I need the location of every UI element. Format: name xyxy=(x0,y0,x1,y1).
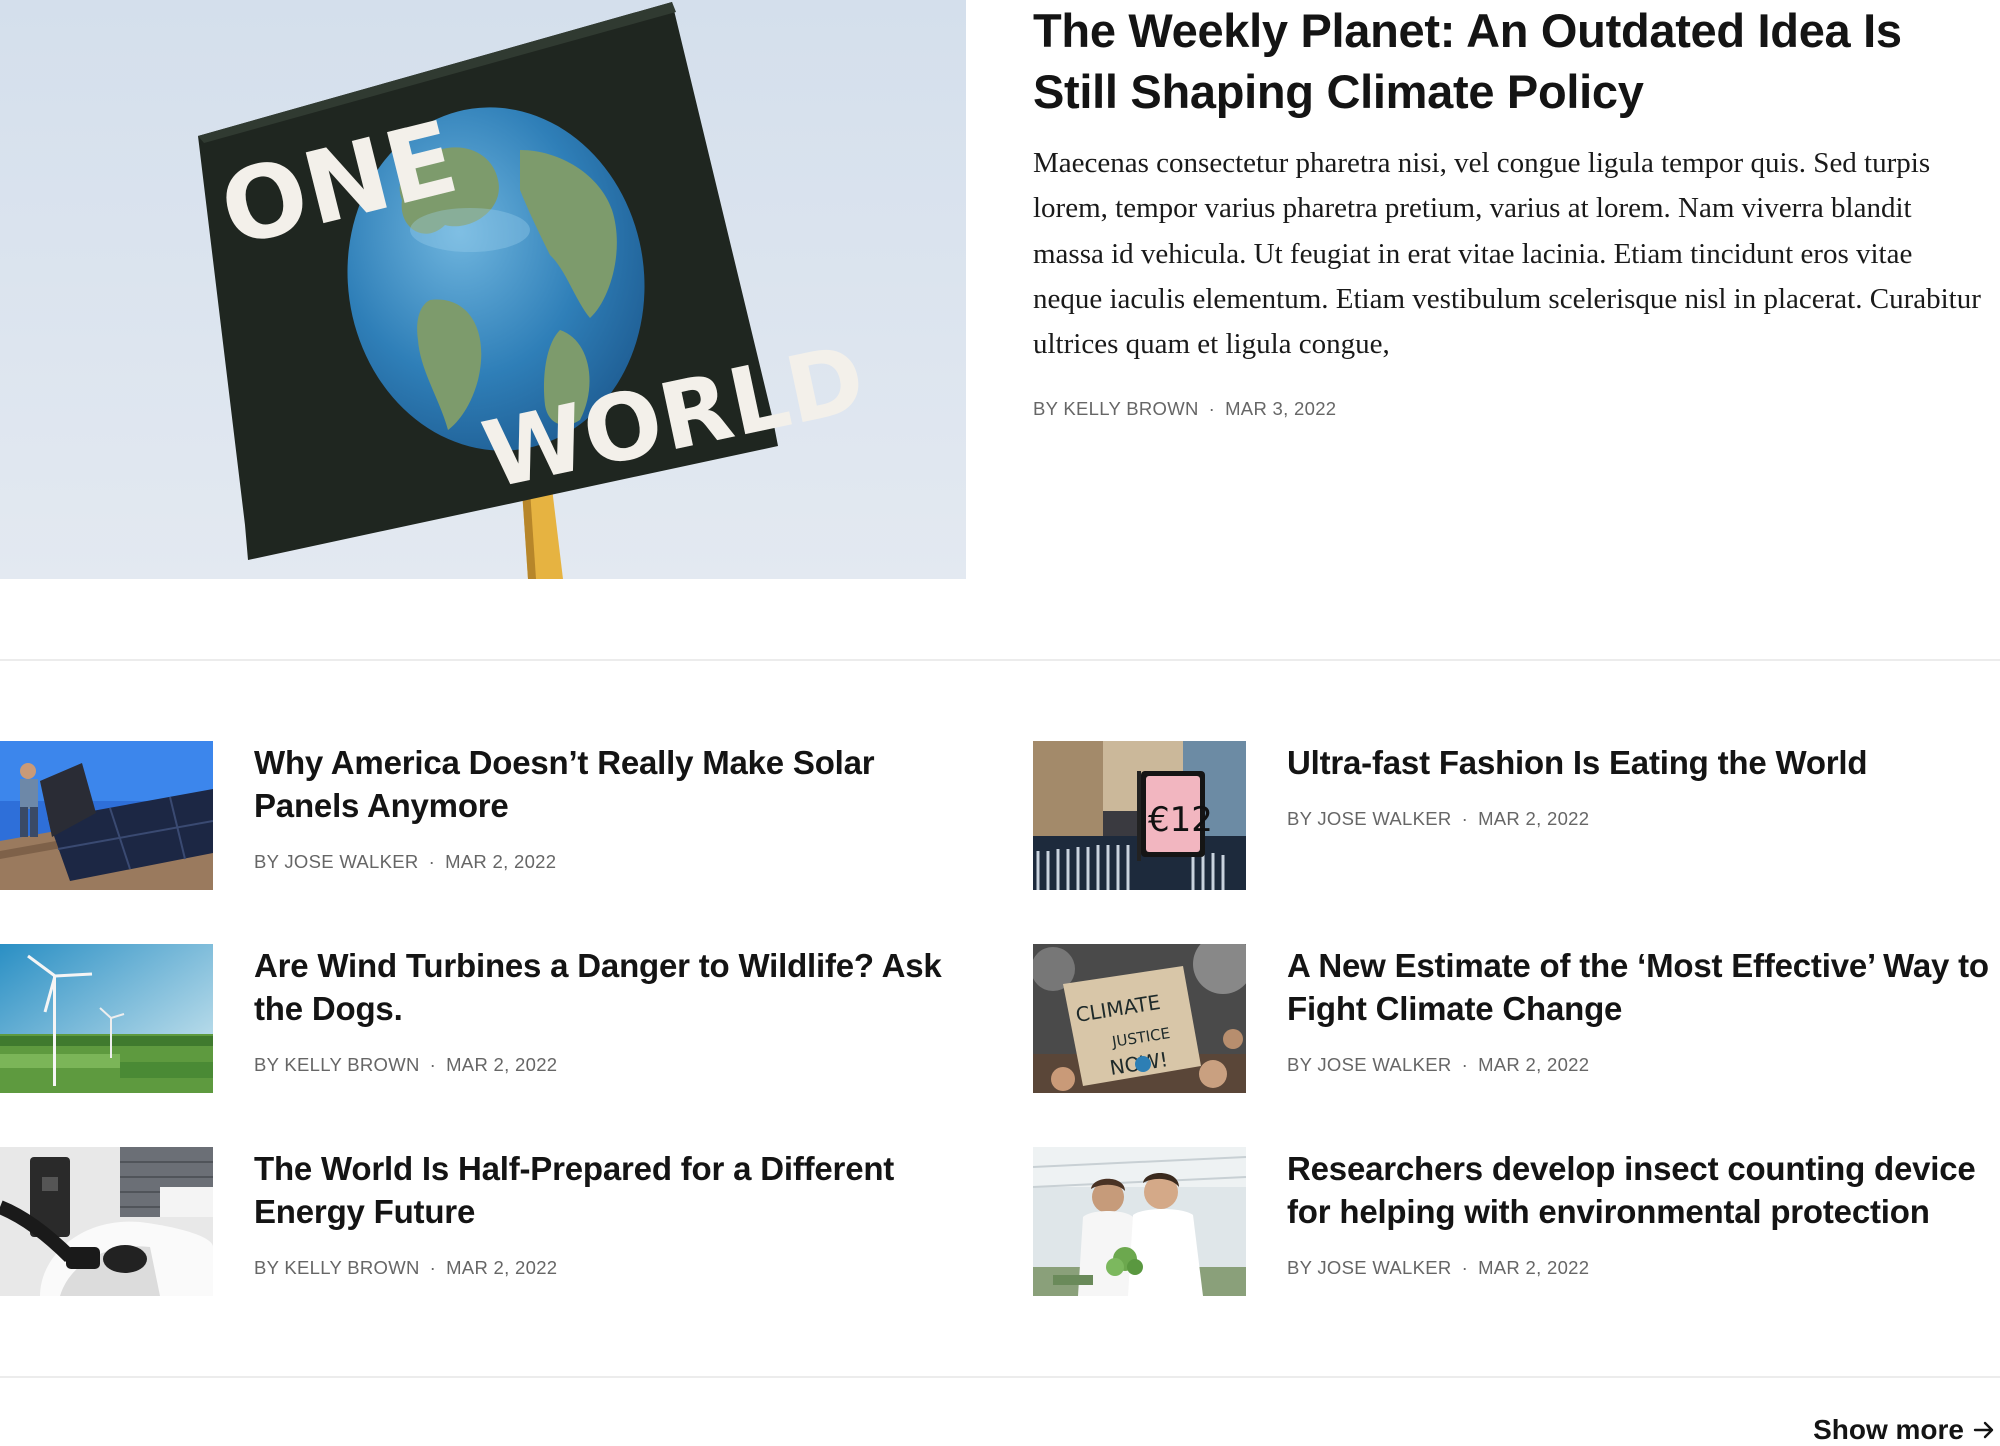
article-meta: BY JOSE WALKER · MAR 2, 2022 xyxy=(1287,808,1589,830)
show-more-label: Show more xyxy=(1813,1414,1964,1445)
article-title[interactable]: Researchers develop insect counting devi… xyxy=(1287,1147,1999,1233)
date: MAR 2, 2022 xyxy=(1478,1054,1590,1075)
author[interactable]: BY KELLY BROWN xyxy=(254,1054,420,1075)
featured-title[interactable]: The Weekly Planet: An Outdated Idea Is S… xyxy=(1033,0,1973,122)
article-thumbnail-solar[interactable] xyxy=(0,741,213,890)
date: MAR 2, 2022 xyxy=(1478,808,1590,829)
divider xyxy=(0,1376,2000,1378)
date: MAR 2, 2022 xyxy=(1478,1257,1590,1278)
arrow-right-icon xyxy=(1972,1418,1996,1442)
featured-image[interactable]: ONE WORLD xyxy=(0,0,966,579)
article-title[interactable]: Ultra-fast Fashion Is Eating the World xyxy=(1287,741,1997,784)
article-title[interactable]: Are Wind Turbines a Danger to Wildlife? … xyxy=(254,944,984,1030)
article-meta: BY JOSE WALKER · MAR 2, 2022 xyxy=(1287,1257,1589,1279)
author[interactable]: BY KELLY BROWN xyxy=(1033,398,1199,419)
price-tag-text: €12 xyxy=(1148,800,1213,840)
article-thumbnail-ev-charging[interactable] xyxy=(0,1147,213,1296)
article-meta: BY KELLY BROWN · MAR 2, 2022 xyxy=(254,1257,557,1279)
article-title[interactable]: Why America Doesn’t Really Make Solar Pa… xyxy=(254,741,974,827)
article-thumbnail-wind[interactable] xyxy=(0,944,213,1093)
author[interactable]: BY JOSE WALKER xyxy=(1287,1054,1452,1075)
article-thumbnail-climate-protest[interactable]: CLIMATE JUSTICE NOW! xyxy=(1033,944,1246,1093)
author[interactable]: BY KELLY BROWN xyxy=(254,1257,420,1278)
divider xyxy=(0,659,2000,661)
article-thumbnail-fashion[interactable]: €12 xyxy=(1033,741,1246,890)
separator-dot: · xyxy=(1461,1054,1469,1075)
date: MAR 2, 2022 xyxy=(446,1257,558,1278)
author[interactable]: BY JOSE WALKER xyxy=(1287,808,1452,829)
separator-dot: · xyxy=(428,851,436,872)
separator-dot: · xyxy=(429,1054,437,1075)
date: MAR 2, 2022 xyxy=(446,1054,558,1075)
date: MAR 3, 2022 xyxy=(1225,398,1337,419)
article-meta: BY JOSE WALKER · MAR 2, 2022 xyxy=(254,851,556,873)
show-more-button[interactable]: Show more xyxy=(1813,1414,1996,1446)
separator-dot: · xyxy=(1461,1257,1469,1278)
separator-dot: · xyxy=(1461,808,1469,829)
separator-dot: · xyxy=(1208,398,1216,419)
date: MAR 2, 2022 xyxy=(445,851,557,872)
article-meta: BY KELLY BROWN · MAR 2, 2022 xyxy=(254,1054,557,1076)
article-title[interactable]: A New Estimate of the ‘Most Effective’ W… xyxy=(1287,944,1997,1030)
featured-excerpt: Maecenas consectetur pharetra nisi, vel … xyxy=(1033,147,1981,361)
article-thumbnail-researchers[interactable] xyxy=(1033,1147,1246,1296)
separator-dot: · xyxy=(429,1257,437,1278)
author[interactable]: BY JOSE WALKER xyxy=(1287,1257,1452,1278)
article-meta: BY JOSE WALKER · MAR 2, 2022 xyxy=(1287,1054,1589,1076)
author[interactable]: BY JOSE WALKER xyxy=(254,851,419,872)
article-title[interactable]: The World Is Half-Prepared for a Differe… xyxy=(254,1147,984,1233)
featured-meta: BY KELLY BROWN · MAR 3, 2022 xyxy=(1033,398,1336,420)
